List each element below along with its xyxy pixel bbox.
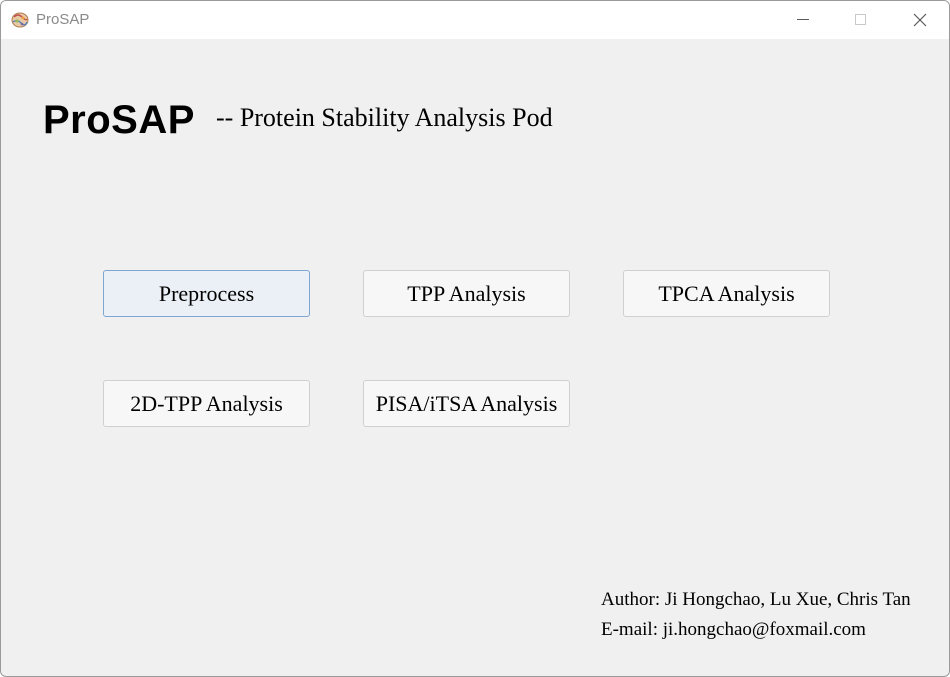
- author-credit: Author: Ji Hongchao, Lu Xue, Chris Tan: [601, 589, 911, 610]
- tpp-analysis-button[interactable]: TPP Analysis: [363, 270, 570, 317]
- window-title: ProSAP: [36, 11, 90, 28]
- app-subtitle: -- Protein Stability Analysis Pod: [216, 103, 553, 132]
- close-icon: [913, 13, 927, 27]
- maximize-icon: [855, 14, 866, 25]
- close-button[interactable]: [891, 1, 949, 39]
- contact-email: E-mail: ji.hongchao@foxmail.com: [601, 619, 866, 640]
- minimize-button[interactable]: [774, 1, 832, 39]
- app-window: ProSAP ProSAP -- Protein Stability Analy…: [0, 0, 950, 677]
- title-bar[interactable]: ProSAP: [1, 1, 949, 39]
- minimize-icon: [797, 19, 809, 20]
- pisa-itsa-analysis-button[interactable]: PISA/iTSA Analysis: [363, 380, 570, 427]
- tpca-analysis-button[interactable]: TPCA Analysis: [623, 270, 830, 317]
- maximize-button[interactable]: [832, 1, 890, 39]
- prosap-logo: ProSAP: [43, 98, 195, 142]
- 2d-tpp-analysis-button[interactable]: 2D-TPP Analysis: [103, 380, 310, 427]
- prosap-app-icon: [10, 10, 30, 30]
- preprocess-button[interactable]: Preprocess: [103, 270, 310, 317]
